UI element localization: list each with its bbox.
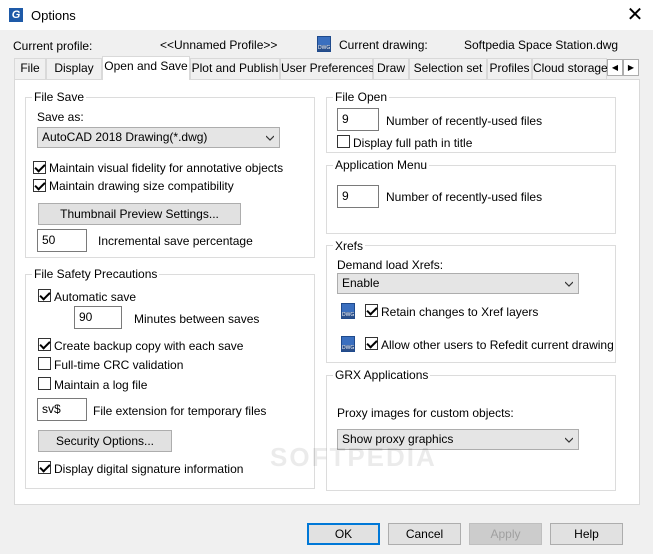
apply-button[interactable]: Apply — [469, 523, 542, 545]
help-button[interactable]: Help — [550, 523, 623, 545]
minutes-input[interactable]: 90 — [74, 306, 122, 329]
temp-extension-label: File extension for temporary files — [93, 404, 267, 418]
chevron-down-icon — [565, 281, 573, 287]
drawing-file-icon — [341, 336, 355, 352]
refedit-label: Allow other users to Refedit current dra… — [381, 338, 614, 352]
incremental-save-input[interactable]: 50 — [37, 229, 87, 252]
retain-xref-checkbox[interactable] — [365, 304, 378, 317]
retain-xref-label: Retain changes to Xref layers — [381, 305, 539, 319]
tab-selection-set[interactable]: Selection set — [409, 58, 487, 79]
window-title: Options — [31, 8, 76, 23]
current-profile-label: Current profile: — [13, 39, 93, 53]
current-drawing-label: Current drawing: — [339, 38, 428, 52]
tab-cloud-storage[interactable]: Cloud storage — [532, 58, 608, 79]
autosave-label: Automatic save — [54, 290, 137, 304]
chevron-down-icon — [565, 437, 573, 443]
tab-profiles[interactable]: Profiles — [487, 58, 532, 79]
tab-file[interactable]: File — [14, 58, 46, 79]
tab-plot-and-publish[interactable]: Plot and Publish — [190, 58, 280, 79]
backup-checkbox[interactable] — [38, 338, 51, 351]
full-path-label: Display full path in title — [353, 136, 473, 150]
signature-checkbox[interactable] — [38, 461, 51, 474]
save-as-dropdown[interactable]: AutoCAD 2018 Drawing(*.dwg) — [37, 127, 280, 148]
full-path-checkbox[interactable] — [337, 135, 350, 148]
refedit-checkbox[interactable] — [365, 337, 378, 350]
tab-open-and-save[interactable]: Open and Save — [102, 56, 190, 80]
file-open-recent-label: Number of recently-used files — [386, 114, 543, 128]
app-logo-icon: G — [9, 8, 23, 22]
drawing-file-icon — [341, 303, 355, 319]
visual-fidelity-checkbox[interactable] — [33, 161, 46, 174]
crc-label: Full-time CRC validation — [54, 358, 184, 372]
ok-button[interactable]: OK — [307, 523, 380, 545]
thumbnail-preview-button[interactable]: Thumbnail Preview Settings... — [38, 203, 241, 225]
signature-label: Display digital signature information — [54, 462, 244, 476]
chevron-down-icon — [266, 135, 274, 141]
backup-label: Create backup copy with each save — [54, 339, 244, 353]
log-file-label: Maintain a log file — [54, 378, 148, 392]
autosave-checkbox[interactable] — [38, 289, 51, 302]
app-menu-title: Application Menu — [333, 158, 430, 172]
xrefs-title: Xrefs — [333, 239, 366, 253]
temp-extension-input[interactable]: sv$ — [37, 398, 87, 421]
tab-scroll-right-button[interactable]: ▶ — [623, 59, 639, 76]
demand-load-value: Enable — [342, 276, 380, 290]
demand-load-dropdown[interactable]: Enable — [337, 273, 579, 294]
demand-load-label: Demand load Xrefs: — [337, 258, 444, 272]
proxy-images-label: Proxy images for custom objects: — [337, 406, 514, 420]
file-open-title: File Open — [333, 90, 390, 104]
tab-display[interactable]: Display — [46, 58, 102, 79]
current-profile-value: <<Unnamed Profile>> — [160, 38, 278, 52]
drawing-size-label: Maintain drawing size compatibility — [49, 179, 234, 193]
security-options-button[interactable]: Security Options... — [38, 430, 172, 452]
current-drawing-value: Softpedia Space Station.dwg — [464, 38, 619, 52]
cancel-button[interactable]: Cancel — [388, 523, 461, 545]
grx-title: GRX Applications — [333, 368, 431, 382]
file-save-title: File Save — [32, 90, 87, 104]
tab-draw[interactable]: Draw — [373, 58, 409, 79]
tab-scroll-left-button[interactable]: ◀ — [607, 59, 623, 76]
file-safety-title: File Safety Precautions — [32, 267, 160, 281]
title-bar — [0, 0, 653, 30]
watermark: SOFTPEDIA — [270, 442, 437, 472]
tab-user-preferences[interactable]: User Preferences — [280, 58, 374, 79]
incremental-save-label: Incremental save percentage — [98, 234, 253, 248]
drawing-size-checkbox[interactable] — [33, 179, 46, 192]
visual-fidelity-label: Maintain visual fidelity for annotative … — [49, 161, 284, 175]
log-file-checkbox[interactable] — [38, 377, 51, 390]
tab-strip: File Display Open and Save Plot and Publ… — [14, 56, 640, 80]
save-as-value: AutoCAD 2018 Drawing(*.dwg) — [42, 130, 208, 144]
close-icon[interactable]: ✕ — [622, 3, 648, 27]
minutes-label: Minutes between saves — [134, 312, 260, 326]
file-open-recent-input[interactable]: 9 — [337, 108, 379, 131]
app-menu-recent-input[interactable]: 9 — [337, 185, 379, 208]
drawing-file-icon — [317, 36, 331, 52]
save-as-label: Save as: — [37, 110, 84, 124]
crc-checkbox[interactable] — [38, 357, 51, 370]
app-menu-recent-label: Number of recently-used files — [386, 190, 543, 204]
